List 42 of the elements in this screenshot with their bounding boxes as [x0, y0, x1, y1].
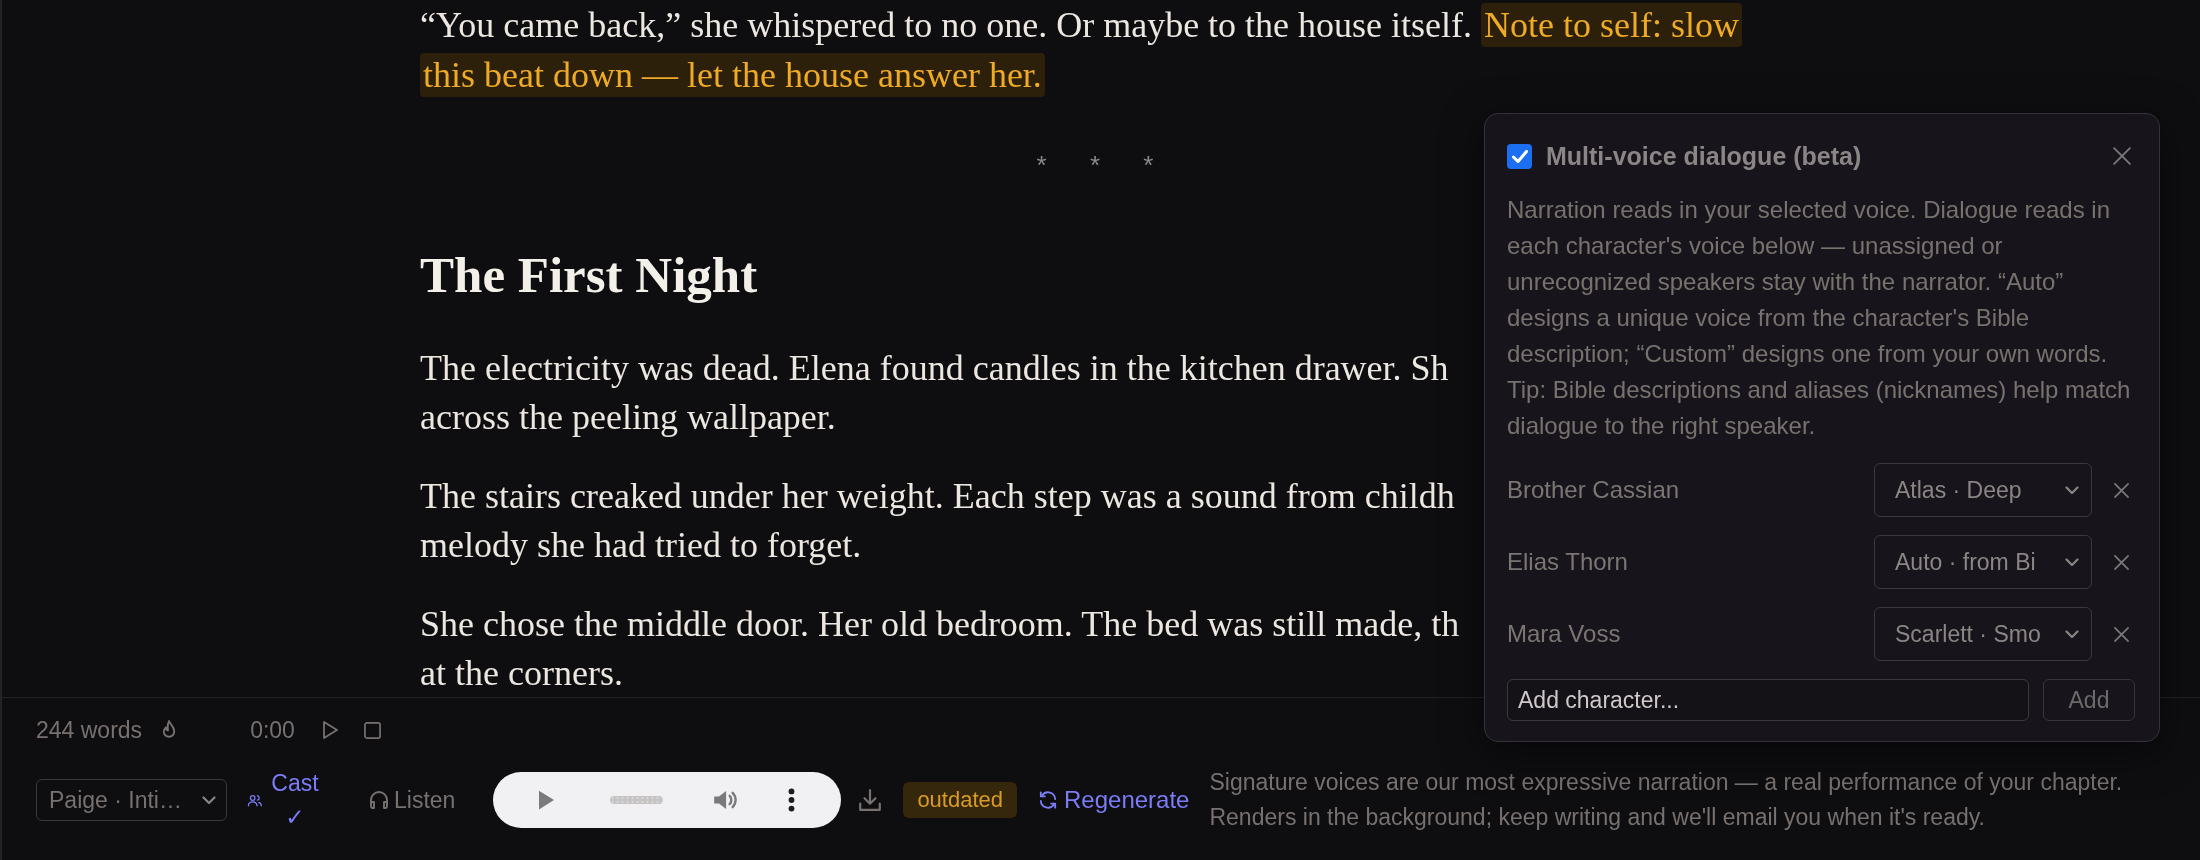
paragraph-text: She chose the middle door. Her old bedroom. The bed was still made, th at the corners.: [420, 603, 1460, 695]
close-icon[interactable]: [2114, 626, 2129, 642]
panel-description: Narration reads in your selected voice. Dialogue reads in each character's voice below — unassigned or unrecognized speakers stay with the narrator. “Auto” designs a unique voice from the character's Bible description; “Custom” designs one from your own words. Tip: Bible descriptions and aliases (nicknames) help match dialogue to the right speaker.: [1507, 195, 2132, 441]
listen-button[interactable]: Listen: [370, 786, 456, 814]
voice-select[interactable]: Atlas · Deep: [1874, 463, 2092, 517]
chevron-down-icon: [202, 795, 216, 805]
voice-select[interactable]: Scarlett · Smo: [1874, 607, 2092, 661]
close-icon[interactable]: [2113, 147, 2131, 165]
play-icon[interactable]: [539, 790, 555, 810]
panel-title: Multi-voice dialogue (beta): [1546, 141, 1862, 171]
status-badge: outdated: [903, 782, 1017, 818]
character-name: Mara Voss: [1507, 620, 1622, 648]
paragraph-text: The electricity was dead. Elena found candles in the kitchen drawer. Sh across the peeling wallpaper.: [420, 347, 1449, 439]
audio-time: 0:00: [250, 716, 295, 744]
stop-icon[interactable]: [363, 721, 381, 739]
chevron-down-icon: [2065, 485, 2079, 495]
headphones-icon: [370, 791, 388, 809]
play-icon[interactable]: [322, 721, 338, 739]
voice-select[interactable]: Paige · Inti…: [36, 779, 227, 821]
more-options-icon[interactable]: [788, 788, 796, 812]
close-icon[interactable]: [2114, 554, 2129, 570]
word-count: 244 words: [36, 716, 143, 744]
checkbox[interactable]: [1507, 143, 1532, 169]
check-icon: [1511, 149, 1528, 163]
add-character-field[interactable]: Add character...: [1507, 679, 2029, 721]
character-name: Brother Cassian: [1507, 476, 1681, 504]
chevron-down-icon: [2065, 629, 2079, 639]
scene-break: * * *: [1036, 150, 1154, 180]
close-icon[interactable]: [2114, 482, 2129, 498]
character-name: Elias Thorn: [1507, 548, 1629, 576]
download-icon[interactable]: [859, 789, 882, 811]
paragraph-text: The stairs creaked under her weight. Each step was a sound from childh melody she had tried to forget.: [420, 475, 1455, 567]
cast-button[interactable]: Cast ✓: [247, 766, 322, 834]
refresh-icon: [1039, 791, 1057, 809]
regenerate-button[interactable]: Regenerate: [1039, 786, 1190, 814]
voice-select[interactable]: Auto · from Bi: [1874, 535, 2092, 589]
volume-icon[interactable]: [713, 790, 739, 810]
chapter-heading: The First Night: [420, 247, 758, 303]
flame-icon: [162, 719, 177, 741]
people-icon: [247, 793, 262, 807]
chevron-down-icon: [2065, 557, 2079, 567]
narration-info-text: Signature voices are our most expressive narration — a real performance of your chapter. Renders in the background; keep writing and we'll email you when it's ready.: [1209, 768, 2124, 832]
